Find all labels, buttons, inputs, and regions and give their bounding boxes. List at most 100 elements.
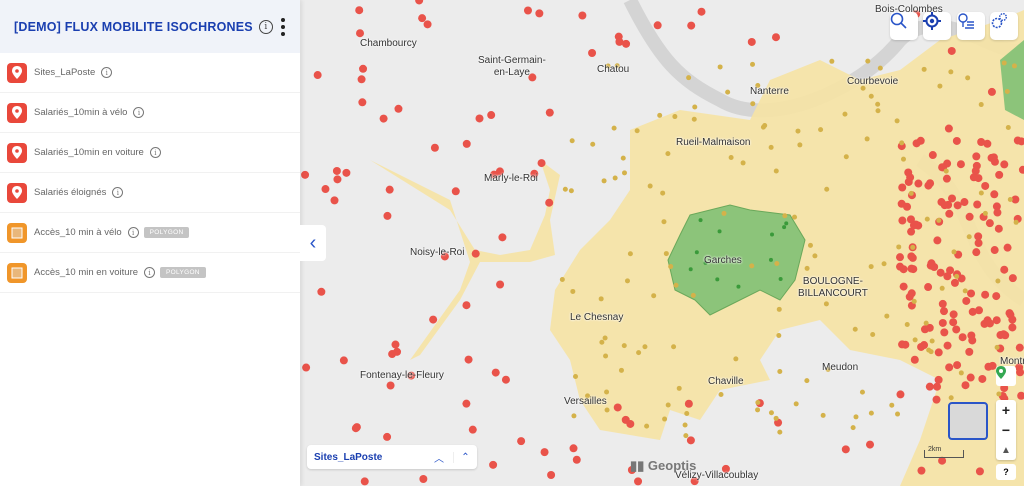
map-point (924, 283, 933, 292)
map-point (768, 144, 774, 150)
city-label: Fontenay-le-Fleury (360, 370, 444, 381)
map-point (978, 190, 984, 196)
layer-label: Salariés_10min à vélo (34, 107, 128, 118)
double-chevron-up-icon[interactable]: ⌃ (453, 451, 477, 463)
map-point (651, 293, 657, 299)
layer-item[interactable]: Accès_10 min en voiture i POLYGON (0, 253, 300, 293)
map-title: [DEMO] FLUX MOBILITE ISOCHRONES (14, 19, 253, 34)
info-icon[interactable]: i (144, 267, 156, 278)
map-point (960, 198, 969, 207)
search-button[interactable] (890, 12, 918, 40)
map-point (545, 198, 554, 207)
map-point (393, 347, 402, 356)
map-point (620, 155, 626, 161)
info-icon[interactable]: i (127, 227, 139, 238)
map-point (464, 355, 473, 364)
map-point (523, 6, 532, 15)
map-point (317, 287, 326, 296)
map-point (777, 429, 783, 435)
overview-minimap[interactable] (948, 402, 988, 440)
map-point (990, 157, 999, 166)
map-point (971, 166, 980, 175)
map-point (736, 284, 741, 289)
map-point (965, 75, 971, 81)
map-point (933, 382, 942, 391)
map-point (938, 299, 947, 308)
map-point (907, 264, 916, 273)
info-icon[interactable]: i (101, 67, 113, 78)
map-point (386, 381, 395, 390)
map-point (489, 460, 498, 469)
map-point (725, 89, 731, 95)
map-point (865, 58, 871, 64)
layer-item[interactable]: Accès_10 min à vélo i POLYGON (0, 213, 300, 253)
map-point (572, 455, 581, 464)
map-point (904, 168, 913, 177)
compass-button[interactable]: ▲ (996, 440, 1016, 460)
map-point (912, 337, 918, 343)
map-point (749, 263, 755, 269)
layer-item[interactable]: Salariés éloignés i (0, 173, 300, 213)
city-label: Noisy-le-Roi (410, 247, 465, 258)
map-point (967, 289, 976, 298)
map-point (952, 136, 961, 145)
info-icon[interactable]: i (149, 147, 161, 158)
map-point (624, 278, 630, 284)
map-point (692, 104, 698, 110)
google-maps-button[interactable] (996, 366, 1016, 386)
map-point (899, 282, 908, 291)
more-menu-icon[interactable] (280, 18, 286, 36)
scale-bar: 2km (924, 446, 964, 458)
map-point (949, 310, 958, 319)
map-point (965, 212, 974, 221)
map-point (899, 140, 905, 146)
panel-header: [DEMO] FLUX MOBILITE ISOCHRONES i (0, 0, 300, 53)
map-point (985, 219, 994, 228)
map-point (688, 267, 693, 272)
map-point (342, 168, 351, 177)
layers-list-button[interactable] (957, 12, 985, 40)
info-icon[interactable]: i (258, 19, 273, 34)
map-point (823, 301, 829, 307)
map-point (947, 46, 956, 55)
map-point (1005, 309, 1014, 318)
map-point (987, 87, 996, 96)
zoom-out-button[interactable]: − (996, 420, 1016, 440)
info-icon[interactable]: i (112, 187, 124, 198)
map-point (841, 445, 850, 454)
layer-item[interactable]: Salariés_10min en voiture i (0, 133, 300, 173)
chevron-up-icon[interactable]: ︿ (425, 450, 453, 465)
map-point (517, 437, 526, 446)
map-point (962, 296, 971, 305)
map-point (471, 249, 480, 258)
map-point (926, 261, 935, 270)
map-point (429, 315, 438, 324)
map-point (962, 288, 968, 294)
settings-button[interactable] (990, 12, 1018, 40)
locate-button[interactable] (923, 12, 951, 40)
map-point (776, 333, 782, 339)
info-icon[interactable]: i (133, 107, 145, 118)
map-point (462, 399, 471, 408)
map-point (740, 160, 746, 166)
map-point (818, 127, 824, 133)
map-point (894, 118, 900, 124)
map-point (995, 278, 1001, 284)
map-point (859, 389, 865, 395)
map-point (750, 61, 756, 67)
map-point (383, 211, 392, 220)
layer-label: Salariés_10min en voiture (34, 147, 144, 158)
collapse-panel-button[interactable]: ‹ (300, 225, 326, 261)
map-point (360, 477, 369, 486)
map-point (683, 433, 689, 439)
layer-item[interactable]: Sites_LaPoste i (0, 53, 300, 93)
map-point (662, 416, 668, 422)
zoom-in-button[interactable]: + (996, 400, 1016, 420)
map-point (773, 415, 779, 421)
map-point (911, 298, 917, 304)
layer-item[interactable]: Salariés_10min à vélo i (0, 93, 300, 133)
map-canvas[interactable]: Bois-Colombes Chambourcy Saint-Germain- en… (300, 0, 1024, 486)
map-point (797, 142, 803, 148)
map-point (975, 467, 984, 476)
help-button[interactable]: ? (996, 464, 1016, 480)
